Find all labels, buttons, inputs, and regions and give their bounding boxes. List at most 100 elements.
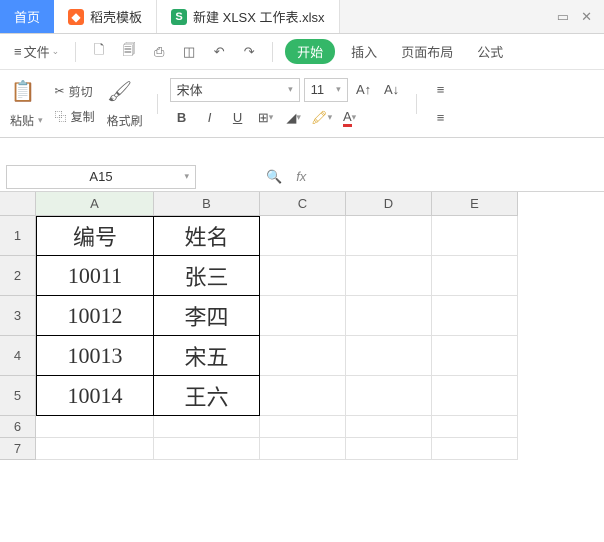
cell-c1[interactable]	[260, 216, 346, 256]
zoom-icon[interactable]: 🔍	[266, 169, 282, 185]
row-header-5[interactable]: 5	[0, 376, 36, 416]
separator	[157, 94, 158, 114]
select-all-corner[interactable]	[0, 192, 36, 216]
bold-button[interactable]: B	[170, 106, 194, 130]
align-top-button[interactable]: ≡	[429, 78, 453, 102]
cell-d3[interactable]	[346, 296, 432, 336]
cell-b6[interactable]	[154, 416, 260, 438]
cell-e3[interactable]	[432, 296, 518, 336]
cell-b1[interactable]: 姓名	[154, 216, 260, 256]
size-value: 11	[311, 82, 325, 97]
cut-button[interactable]: ✂剪切	[53, 81, 97, 102]
cell-a2[interactable]: 10011	[36, 256, 154, 296]
col-header-a[interactable]: A	[36, 192, 154, 216]
redo-icon[interactable]: ↷	[238, 41, 260, 63]
cell-c5[interactable]	[260, 376, 346, 416]
preview-icon[interactable]: ◫	[178, 41, 200, 63]
highlight-button[interactable]: 🖍▾	[310, 106, 334, 130]
cell-e2[interactable]	[432, 256, 518, 296]
cell-c2[interactable]	[260, 256, 346, 296]
col-header-b[interactable]: B	[154, 192, 260, 216]
cell-a3[interactable]: 10012	[36, 296, 154, 336]
chevron-down-icon: ▾	[296, 112, 301, 123]
cell-c6[interactable]	[260, 416, 346, 438]
row-header-1[interactable]: 1	[0, 216, 36, 256]
fx-icon[interactable]: fx	[296, 169, 306, 185]
clipboard-icon[interactable]: 📋	[8, 76, 38, 106]
tab-template[interactable]: ◆ 稻壳模板	[54, 0, 157, 33]
underline-button[interactable]: U	[226, 106, 250, 130]
undo-icon[interactable]: ↶	[208, 41, 230, 63]
save-icon[interactable]: 🗋	[88, 41, 110, 63]
cell-a4[interactable]: 10013	[36, 336, 154, 376]
font-color-button[interactable]: A▾	[338, 106, 362, 130]
cell-a5[interactable]: 10014	[36, 376, 154, 416]
paste-button[interactable]: 粘贴▾	[8, 110, 45, 131]
cell-a1[interactable]: 编号	[36, 216, 154, 256]
col-header-c[interactable]: C	[260, 192, 346, 216]
save-as-icon[interactable]: 🗐	[118, 41, 140, 63]
format-label: 格式刷	[107, 112, 143, 129]
tab-insert[interactable]: 插入	[343, 42, 385, 61]
row-header-4[interactable]: 4	[0, 336, 36, 376]
cell-e7[interactable]	[432, 438, 518, 460]
cell-e6[interactable]	[432, 416, 518, 438]
row-header-2[interactable]: 2	[0, 256, 36, 296]
fire-icon: ◆	[68, 9, 84, 25]
format-painter-button[interactable]: 格式刷	[105, 110, 145, 131]
tab-layout[interactable]: 页面布局	[393, 42, 461, 61]
tab-start-label: 开始	[297, 45, 323, 60]
tab-home[interactable]: 首页	[0, 0, 54, 33]
font-size-select[interactable]: 11 ▾	[304, 78, 348, 102]
cell-a6[interactable]	[36, 416, 154, 438]
chevron-down-icon: ▾	[336, 84, 341, 95]
close-icon[interactable]: ✕	[581, 9, 592, 25]
print-icon[interactable]: ⎙	[148, 41, 170, 63]
copy-button[interactable]: ⿻复制	[53, 106, 97, 127]
tab-file[interactable]: S 新建 XLSX 工作表.xlsx	[157, 0, 339, 33]
tab-layout-label: 页面布局	[401, 45, 453, 60]
cell-d6[interactable]	[346, 416, 432, 438]
cell-d2[interactable]	[346, 256, 432, 296]
chevron-down-icon: ▾	[328, 112, 333, 123]
brush-icon[interactable]: 🖌	[105, 76, 135, 106]
cell-a7[interactable]	[36, 438, 154, 460]
cell-e1[interactable]	[432, 216, 518, 256]
cell-d4[interactable]	[346, 336, 432, 376]
file-menu[interactable]: ≡ 文件 ⌄	[10, 40, 63, 63]
cell-b5[interactable]: 王六	[154, 376, 260, 416]
cell-d7[interactable]	[346, 438, 432, 460]
cell-b2[interactable]: 张三	[154, 256, 260, 296]
font-select[interactable]: 宋体▾	[170, 78, 300, 102]
font-value: 宋体	[177, 80, 203, 99]
tab-formula-label: 公式	[477, 45, 503, 60]
row-header-7[interactable]: 7	[0, 438, 36, 460]
window-menu-icon[interactable]: ▭	[557, 9, 569, 25]
cell-e4[interactable]	[432, 336, 518, 376]
cell-b7[interactable]	[154, 438, 260, 460]
decrease-font-button[interactable]: A↓	[380, 78, 404, 102]
cell-d1[interactable]	[346, 216, 432, 256]
cell-c4[interactable]	[260, 336, 346, 376]
row-header-6[interactable]: 6	[0, 416, 36, 438]
tab-template-label: 稻壳模板	[90, 7, 142, 26]
format-painter-group: 🖌 格式刷	[105, 76, 145, 131]
cell-c7[interactable]	[260, 438, 346, 460]
italic-button[interactable]: I	[198, 106, 222, 130]
cell-b4[interactable]: 宋五	[154, 336, 260, 376]
tab-formula[interactable]: 公式	[469, 42, 511, 61]
increase-font-button[interactable]: A↑	[352, 78, 376, 102]
cell-b3[interactable]: 李四	[154, 296, 260, 336]
border-button[interactable]: ⊞▾	[254, 106, 278, 130]
name-box[interactable]: A15 ▾	[6, 165, 196, 189]
cell-e5[interactable]	[432, 376, 518, 416]
col-header-d[interactable]: D	[346, 192, 432, 216]
fill-color-button[interactable]: ◢▾	[282, 106, 306, 130]
col-header-e[interactable]: E	[432, 192, 518, 216]
tab-start[interactable]: 开始	[285, 39, 335, 64]
cell-c3[interactable]	[260, 296, 346, 336]
align-left-button[interactable]: ≡	[429, 106, 453, 130]
row-header-3[interactable]: 3	[0, 296, 36, 336]
chevron-down-icon: ▾	[269, 112, 274, 123]
cell-d5[interactable]	[346, 376, 432, 416]
